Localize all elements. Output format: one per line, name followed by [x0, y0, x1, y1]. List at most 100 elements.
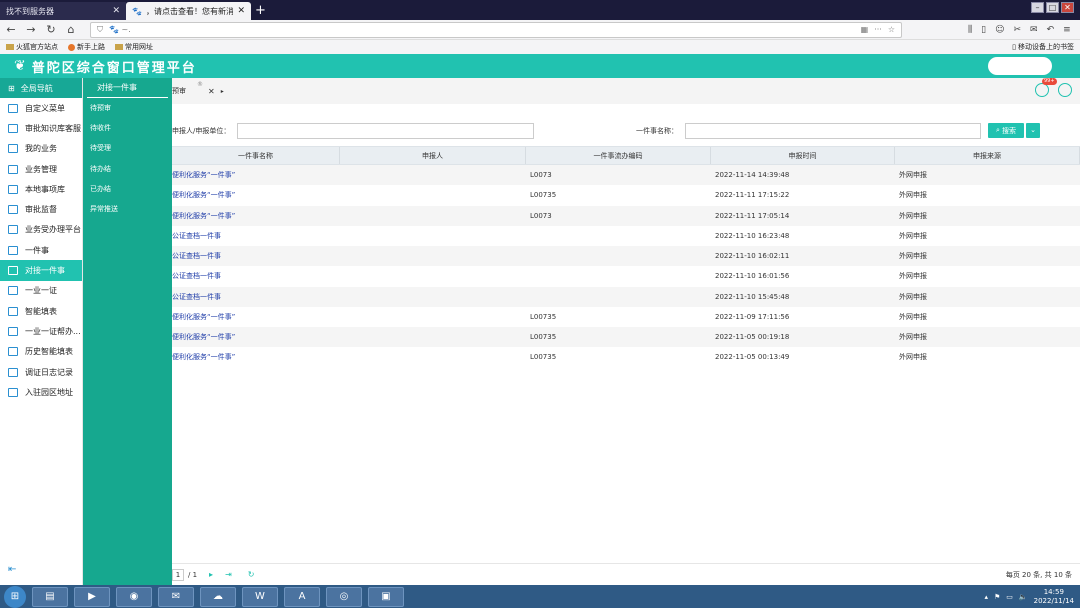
flag-icon[interactable]: ⚑ — [994, 593, 1000, 601]
qr-icon[interactable]: ▦ — [861, 25, 869, 34]
table-row[interactable]: 公证查档一件事 2022-11-10 16:23:48 外网申报 — [172, 226, 1080, 246]
bell-icon[interactable]: 99+ — [1035, 78, 1057, 97]
user-info[interactable] — [988, 57, 1052, 75]
reload-icon[interactable]: ↻ — [44, 23, 58, 36]
sidebar-item[interactable]: 审批监督 — [0, 199, 82, 219]
search-button[interactable]: ⌕ 搜索 — [988, 123, 1024, 138]
table-row[interactable]: 便利化服务“一件事” L0073 2022-11-14 14:39:48 外网申报 — [172, 165, 1080, 186]
table-row[interactable]: 便利化服务“一件事” L00735 2022-11-05 00:19:18 外网申报 — [172, 327, 1080, 348]
word-app-icon[interactable]: W — [242, 586, 278, 607]
sidebar-item[interactable]: 我的业务 — [0, 139, 82, 159]
refresh-icon[interactable] — [1058, 83, 1072, 97]
firefox-app-icon[interactable]: ◎ — [326, 586, 362, 607]
bookmark-newbie[interactable]: 新手上路 — [68, 42, 105, 52]
table-row[interactable]: 公证查档一件事 2022-11-10 15:45:48 外网申报 — [172, 286, 1080, 307]
app-icon[interactable]: ✉ — [158, 586, 194, 607]
close-icon[interactable]: ✕ — [208, 87, 215, 96]
back-icon[interactable]: ← — [4, 23, 18, 36]
sidebar-item[interactable]: 一业一证帮办... — [0, 321, 82, 341]
table-row[interactable]: 便利化服务“一件事” L00735 2022-11-09 17:11:56 外网申报 — [172, 307, 1080, 327]
star-icon[interactable]: ☆ — [888, 25, 895, 34]
sidebar-item[interactable]: 智能填表 — [0, 301, 82, 321]
table-row[interactable]: 便利化服务“一件事” L0073 2022-11-11 17:05:14 外网申报 — [172, 205, 1080, 226]
sidebar-header[interactable]: ⊞ 全局导航 — [0, 78, 82, 98]
mobile-icon: ▯ — [1012, 43, 1016, 51]
sidebar-toggle-icon[interactable]: ▯ — [981, 25, 986, 35]
maximize-icon[interactable]: □ — [1046, 2, 1059, 13]
media-app-icon[interactable]: ▶ — [74, 586, 110, 607]
table-row[interactable]: 便利化服务“一件事” L00735 2022-11-05 00:13:49 外网申报 — [172, 347, 1080, 367]
column-header[interactable]: 一件事名称 — [172, 147, 340, 164]
library-icon[interactable]: ⫼ — [968, 25, 972, 35]
app-icon[interactable]: ☁ — [200, 586, 236, 607]
browser-tab-2[interactable]: 🐾 ，请点击查看！您有新消息提醒 ✕ — [126, 2, 251, 20]
more-icon[interactable]: ··· — [874, 25, 882, 34]
home-icon[interactable]: ⌂ — [64, 23, 78, 36]
url-bar[interactable]: ⛉ 🐾 ~. ▦ ··· ☆ — [90, 21, 902, 38]
chevron-down-icon[interactable]: ⌄ — [1026, 123, 1040, 138]
sidebar-item[interactable]: 入驻园区地址 — [0, 382, 82, 402]
page-summary: 每页 20 条, 共 10 条 — [1005, 570, 1072, 579]
refresh-icon[interactable]: ↻ — [248, 570, 255, 579]
volume-icon[interactable]: 🔈 — [1019, 593, 1028, 601]
collapse-menu-icon[interactable]: ⇤ — [8, 564, 16, 575]
table-row[interactable]: 便利化服务“一件事” L00735 2022-11-11 17:15:22 外网申报 — [172, 185, 1080, 205]
account-icon[interactable]: ☺ — [995, 25, 1004, 35]
forward-icon[interactable]: → — [24, 23, 38, 36]
column-header[interactable]: 一件事流办编码 — [526, 147, 711, 164]
start-icon[interactable]: ⊞ — [4, 585, 26, 608]
chrome-app-icon[interactable]: ◉ — [116, 586, 152, 607]
app-favicon-icon: 🐾 — [132, 6, 142, 16]
chat-icon[interactable]: ✉ — [1030, 25, 1038, 35]
column-header[interactable]: 申报来源 — [895, 147, 1080, 164]
sidebar-item-active[interactable]: 对接一件事 — [0, 260, 82, 281]
column-header[interactable]: 申报时间 — [711, 147, 895, 164]
bookmark-firefox[interactable]: 火狐官方站点 — [6, 42, 58, 52]
close-icon[interactable]: ✕ — [112, 6, 120, 16]
menu-icon[interactable]: ≡ — [1063, 25, 1071, 35]
network-icon[interactable]: ▭ — [1006, 593, 1013, 601]
submenu-item[interactable]: 待办结 — [83, 159, 172, 179]
app-title: 普陀区综合窗口管理平台 — [31, 60, 197, 76]
sidebar-item[interactable]: 调证日志记录 — [0, 362, 82, 382]
window-icon — [8, 367, 18, 377]
bookmark-common[interactable]: 常用网址 — [115, 42, 153, 52]
sidebar-item[interactable]: 历史智能填表 — [0, 342, 82, 362]
tray-arrow-icon[interactable]: ▴ — [985, 593, 989, 601]
window-close-icon[interactable]: ✕ — [1061, 2, 1074, 13]
content-tab[interactable]: 预审 ® ✕ ▸ — [172, 81, 224, 96]
applicant-input[interactable] — [237, 123, 534, 139]
table-row[interactable]: 公证查档一件事 2022-11-10 16:01:56 外网申报 — [172, 266, 1080, 286]
sidebar-item[interactable]: 一件事 — [0, 240, 82, 260]
sidebar-item[interactable]: 审批知识库客服 — [0, 118, 82, 138]
browser-tab-1[interactable]: 找不到服务器 ✕ — [0, 2, 126, 20]
minimize-icon[interactable]: – — [1031, 2, 1044, 13]
close-icon[interactable]: ✕ — [237, 6, 245, 16]
folder-app-icon[interactable]: ▤ — [32, 586, 68, 607]
clock[interactable]: 14:59 2022/11/14 — [1034, 588, 1074, 606]
app-icon[interactable]: ▣ — [368, 586, 404, 607]
table-row[interactable]: 公证查档一件事 2022-11-10 16:02:11 外网申报 — [172, 246, 1080, 267]
sidebar-item[interactable]: 业务管理 — [0, 159, 82, 179]
submenu-item[interactable]: 已办结 — [83, 179, 172, 199]
submenu-item[interactable]: 异常推送 — [83, 199, 172, 219]
sidebar-item[interactable]: 自定义菜单 — [0, 98, 82, 118]
submenu-item[interactable]: 待收件 — [83, 118, 172, 138]
column-header[interactable]: 申报人 — [340, 147, 526, 164]
bookmark-mobile[interactable]: ▯ 移动设备上的书签 — [1012, 42, 1074, 52]
next-page-icon[interactable]: ▸ — [209, 570, 213, 579]
screenshot-icon[interactable]: ✂ — [1013, 25, 1021, 35]
item-name-input[interactable] — [685, 123, 981, 139]
sidebar-item[interactable]: 业务受办理平台 — [0, 220, 82, 240]
new-tab-icon[interactable]: + — [255, 2, 266, 20]
undo-icon[interactable]: ↶ — [1047, 25, 1055, 35]
sidebar-item[interactable]: 本地事项库 — [0, 179, 82, 199]
submenu-item[interactable]: 待预审 — [83, 98, 172, 118]
submenu-item[interactable]: 待受理 — [83, 138, 172, 158]
last-page-icon[interactable]: ⇥ — [225, 570, 232, 579]
sidebar-item[interactable]: 一业一证 — [0, 281, 82, 301]
page-input[interactable]: 1 — [172, 568, 184, 581]
pdf-app-icon[interactable]: A — [284, 586, 320, 607]
window-icon — [8, 103, 18, 113]
play-icon[interactable]: ▸ — [221, 88, 224, 95]
